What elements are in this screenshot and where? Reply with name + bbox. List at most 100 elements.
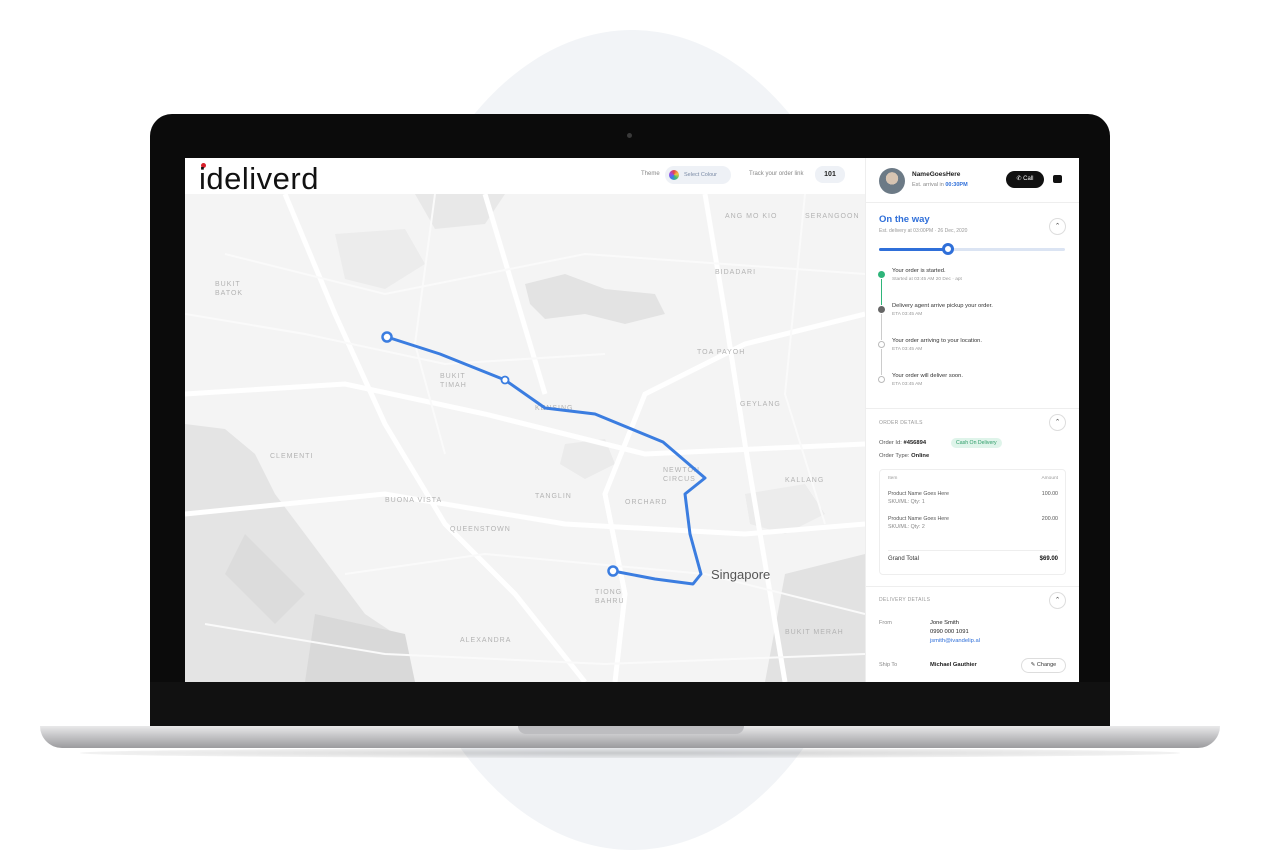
timeline-dot <box>878 341 885 348</box>
table-row: Product Name Goes Here SKU/ML: Qty: 2 20… <box>888 516 1058 530</box>
divider <box>866 202 1079 203</box>
map-district-label: KALLANG <box>785 477 824 484</box>
map-district-label: SERANGOON <box>805 213 860 220</box>
timeline-step-time: Started at 03:45 AM 20 Dec · apt <box>892 277 962 282</box>
map-canvas: BUKIT BATOK CLEMENTI BUKIT TIMAH QUEENST… <box>185 193 866 682</box>
delivery-timeline: Your order is started. Started at 03:45 A… <box>878 268 1068 408</box>
order-id-line: Order Id: #456894 <box>879 440 927 446</box>
timeline-dot <box>878 271 885 278</box>
order-type-line: Order Type: Online <box>879 453 930 459</box>
timeline-step-title: Your order arriving to your location. <box>892 338 983 344</box>
map-district-label: TOA PAYOH <box>697 349 745 356</box>
agent-avatar <box>879 168 905 194</box>
map-district-label: ORCHARD <box>625 499 667 506</box>
timeline-step-title: Delivery agent arrive pickup your order. <box>892 303 993 309</box>
webcam <box>627 133 632 138</box>
item-name: Product Name Goes Here <box>888 491 949 497</box>
order-items-table: Item Amount Product Name Goes Here SKU/M… <box>879 469 1066 575</box>
track-order-badge[interactable]: 101 <box>815 166 845 183</box>
map-district-label: BUKIT MERAH <box>785 629 844 636</box>
grand-total-label: Grand Total <box>888 556 919 562</box>
map-district-label: QUEENSTOWN <box>450 526 511 533</box>
ship-to-name: Michael Gauthier <box>930 662 977 668</box>
timeline-connector <box>881 349 882 375</box>
map-district-label: CLEMENTI <box>270 453 313 460</box>
items-header-amount: Amount <box>1041 476 1058 481</box>
chat-icon[interactable] <box>1053 175 1062 183</box>
delivery-progress-knob <box>941 243 954 255</box>
from-email-link[interactable]: jsmith@ivandelip.al <box>930 637 980 646</box>
item-meta: SKU/ML: Qty: 1 <box>888 499 925 505</box>
payment-badge: Cash On Delivery <box>951 438 1002 448</box>
items-header: Item Amount <box>888 476 1058 481</box>
map-district-label: BUKIT <box>215 281 241 288</box>
theme-selector[interactable]: Select Colour <box>665 166 731 184</box>
delivery-progress-bar <box>879 248 1065 251</box>
delivery-progress-fill <box>879 248 948 251</box>
item-name: Product Name Goes Here <box>888 516 949 522</box>
laptop-shadow <box>80 748 1180 758</box>
order-type-label: Order Type <box>879 453 908 459</box>
timeline-step-time: ETA 03:45 AM <box>892 312 923 317</box>
timeline-step: Delivery agent arrive pickup your order.… <box>878 303 1068 340</box>
call-button[interactable]: ✆ Call <box>1006 171 1044 188</box>
change-address-button[interactable]: ✎ Change <box>1021 658 1066 673</box>
from-details: Jone Smith 0990 000 1091 jsmith@ivandeli… <box>930 619 980 646</box>
order-type-value: Online <box>911 453 930 459</box>
timeline-step: Your order is started. Started at 03:45 A… <box>878 268 1068 305</box>
item-amount: 100.00 <box>1041 491 1058 497</box>
map-district-label: GEYLANG <box>740 401 781 408</box>
divider <box>866 408 1079 409</box>
map-district-label: BUONA VISTA <box>385 497 442 504</box>
map-district-label: BATOK <box>215 290 243 297</box>
timeline-connector <box>881 279 882 305</box>
items-header-item: Item <box>888 476 898 481</box>
map-district-label: TIMAH <box>440 382 467 389</box>
order-id-value: #456894 <box>903 440 927 446</box>
timeline-dot <box>878 376 885 383</box>
order-id-label: Order Id <box>879 440 901 446</box>
map-city-label: Singapore <box>711 567 770 582</box>
table-row: Product Name Goes Here SKU/ML: Qty: 1 10… <box>888 491 1058 505</box>
agent-eta-prefix: Est. arrival in <box>912 182 944 188</box>
app-screen: BUKIT BATOK CLEMENTI BUKIT TIMAH QUEENST… <box>185 158 1079 682</box>
from-phone: 0990 000 1091 <box>930 629 969 635</box>
color-wheel-icon <box>669 170 679 180</box>
status-subtitle: Est. delivery at 03:00PM · 26 Dec, 2020 <box>879 228 968 234</box>
delivery-details-label: Delivery Details <box>879 597 931 603</box>
grand-total-row: Grand Total $69.00 <box>888 556 1058 562</box>
route-map[interactable]: BUKIT BATOK CLEMENTI BUKIT TIMAH QUEENST… <box>185 193 866 682</box>
map-district-label: BIDADARI <box>715 269 756 276</box>
timeline-dot <box>878 306 885 313</box>
call-label: Call <box>1023 176 1034 182</box>
item-meta: SKU/ML: Qty: 2 <box>888 524 925 530</box>
track-order-label: Track your order link <box>749 171 804 177</box>
map-district-label: BUKIT <box>440 373 466 380</box>
map-district-label: BAHRU <box>595 598 625 605</box>
from-name: Jone Smith <box>930 620 959 626</box>
timeline-step: Your order arriving to your location. ETA… <box>878 338 1068 375</box>
timeline-step-time: ETA 03:45 AM <box>892 382 923 387</box>
page: BUKIT BATOK CLEMENTI BUKIT TIMAH QUEENST… <box>0 0 1264 861</box>
laptop-bezel <box>150 682 1110 726</box>
order-tracking-panel: NameGoesHere Est. arrival in 00:30PM ✆ C… <box>865 158 1079 682</box>
map-district-label: TIONG <box>595 589 622 596</box>
agent-eta-value: 00:30PM <box>945 182 968 188</box>
map-district-label: ANG MO KIO <box>725 213 777 220</box>
timeline-connector <box>881 314 882 340</box>
from-label: From <box>879 620 892 626</box>
divider <box>888 550 1058 551</box>
map-district-label: ALEXANDRA <box>460 637 511 644</box>
map-district-label: TANGLIN <box>535 493 572 500</box>
top-bar: ideliverd Theme Select Colour Track your… <box>185 158 865 197</box>
theme-value: Select Colour <box>684 172 718 178</box>
timeline-step-title: Your order will deliver soon. <box>892 373 963 379</box>
status-title: On the way <box>879 214 930 225</box>
collapse-order-details-button[interactable]: ⌃ <box>1049 414 1066 431</box>
collapse-delivery-details-button[interactable]: ⌃ <box>1049 592 1066 609</box>
brand-logo[interactable]: ideliverd <box>199 161 319 197</box>
agent-name: NameGoesHere <box>912 171 961 178</box>
laptop-notch <box>518 726 744 734</box>
collapse-status-button[interactable]: ⌃ <box>1049 218 1066 235</box>
ship-to-label: Ship To <box>879 662 898 668</box>
